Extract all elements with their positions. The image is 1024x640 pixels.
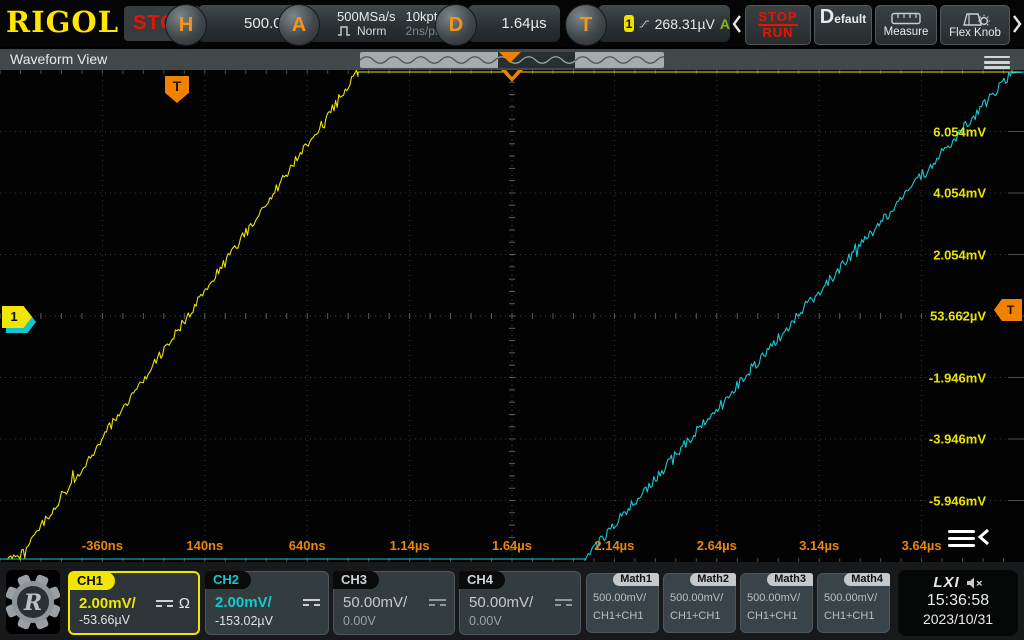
- view-title: Waveform View: [10, 51, 107, 67]
- v-axis-label: -1.946mV: [929, 370, 986, 385]
- ch1-tab[interactable]: CH1: [69, 572, 115, 590]
- default-button[interactable]: Default: [814, 5, 872, 45]
- timeline-navigator[interactable]: [360, 52, 664, 68]
- dc-coupling-icon: [303, 599, 320, 606]
- dc-coupling-icon: [156, 600, 173, 607]
- system-status-box[interactable]: LXI 15:36:58 2023/10/31: [898, 570, 1018, 636]
- v-axis-label: 6.054mV: [933, 124, 986, 139]
- ch4-tab[interactable]: CH4: [459, 571, 505, 589]
- flex-knob-icon: [960, 12, 990, 26]
- ch3-scale: 50.00mV/: [343, 594, 407, 611]
- math4-tab[interactable]: Math4: [844, 573, 890, 586]
- math4-scale: 500.00mV/: [824, 592, 877, 604]
- ch2-box[interactable]: CH2 2.00mV/ -153.02µV: [205, 571, 329, 635]
- math3-tab[interactable]: Math3: [767, 573, 813, 586]
- acquire-knob-button[interactable]: A: [278, 4, 320, 46]
- t-axis-label: -360ns: [82, 538, 123, 553]
- svg-text:R: R: [23, 590, 42, 616]
- lxi-label: LXI: [933, 574, 959, 591]
- dc-coupling-icon: [429, 599, 446, 606]
- math4-box[interactable]: Math4 500.00mV/ CH1+CH1: [817, 573, 890, 633]
- math1-tab[interactable]: Math1: [613, 573, 659, 586]
- mute-icon: [966, 576, 983, 590]
- math2-scale: 500.00mV/: [670, 592, 723, 604]
- ch2-offset: -153.02µV: [215, 614, 273, 628]
- trigger-level-value: 268.31µV: [655, 16, 715, 32]
- ch1-scale: 2.00mV/: [79, 595, 136, 612]
- ch2-scale: 2.00mV/: [215, 594, 272, 611]
- t-axis-label: 1.14µs: [390, 538, 430, 553]
- flex-knob-button[interactable]: Flex Knob: [940, 5, 1010, 45]
- v-axis-label: 53.662µV: [930, 309, 986, 324]
- ch3-offset: 0.00V: [343, 614, 376, 628]
- trigger-sweep-mode: A: [720, 16, 730, 32]
- math3-expression: CH1+CH1: [747, 610, 797, 622]
- math4-expression: CH1+CH1: [824, 610, 874, 622]
- math2-box[interactable]: Math2 500.00mV/ CH1+CH1: [663, 573, 736, 633]
- delay-value: 1.64µs: [501, 15, 546, 32]
- waveform-canvas: [0, 70, 1024, 562]
- t-axis-label: 3.14µs: [799, 538, 839, 553]
- stop-run-button[interactable]: STOP RUN: [745, 5, 811, 45]
- t-axis-label: 3.64µs: [902, 538, 942, 553]
- math1-expression: CH1+CH1: [593, 610, 643, 622]
- delay-knob-button[interactable]: D: [435, 4, 477, 46]
- plot-area: T 1 T 6.054mV4.054mV2.054mV53.662µV-1.94…: [0, 70, 1024, 562]
- trigger-source-badge: 1: [624, 15, 634, 32]
- measure-icon: [891, 12, 921, 25]
- v-axis-label: 2.054mV: [933, 247, 986, 262]
- bottom-bar: R CH1 2.00mV/ Ω -53.66µV CH2 2.00mV/ -15…: [0, 562, 1024, 640]
- collapse-icon[interactable]: [948, 525, 992, 551]
- t-axis-label: 140ns: [186, 538, 223, 553]
- nav-left-icon[interactable]: [731, 14, 743, 34]
- sample-rate: 500MSa/s: [337, 10, 396, 24]
- t-axis-label: 2.14µs: [594, 538, 634, 553]
- t-axis-label: 640ns: [289, 538, 326, 553]
- ch1-impedance: Ω: [179, 595, 190, 612]
- waveform-view-header: Waveform View: [0, 47, 1024, 70]
- ch4-box[interactable]: CH4 50.00mV/ 0.00V: [459, 571, 581, 635]
- delay-pill[interactable]: 1.64µs: [468, 5, 560, 42]
- pulse-icon: [337, 26, 353, 36]
- edge-rising-icon: [639, 16, 650, 32]
- math2-expression: CH1+CH1: [670, 610, 720, 622]
- measure-label: Measure: [884, 26, 929, 38]
- flex-knob-label: Flex Knob: [949, 27, 1001, 39]
- math1-box[interactable]: Math1 500.00mV/ CH1+CH1: [586, 573, 659, 633]
- math1-scale: 500.00mV/: [593, 592, 646, 604]
- system-time: 15:36:58: [898, 591, 1018, 611]
- acquire-mode: Norm: [357, 24, 386, 38]
- ch4-scale: 50.00mV/: [469, 594, 533, 611]
- v-axis-label: -3.946mV: [929, 432, 986, 447]
- math3-box[interactable]: Math3 500.00mV/ CH1+CH1: [740, 573, 813, 633]
- top-bar: RIGOL STOP H 500.00ns/ A 500MSa/s Norm 1…: [0, 0, 1024, 47]
- math2-tab[interactable]: Math2: [690, 573, 736, 586]
- menu-icon[interactable]: [984, 53, 1010, 72]
- system-date: 2023/10/31: [898, 611, 1018, 627]
- horizontal-knob-button[interactable]: H: [165, 4, 207, 46]
- t-axis-label: 1.64µs: [492, 538, 532, 553]
- ch1-offset: -53.66µV: [79, 613, 130, 627]
- t-axis-label: 2.64µs: [697, 538, 737, 553]
- v-axis-label: 4.054mV: [933, 186, 986, 201]
- ch2-tab[interactable]: CH2: [205, 571, 251, 589]
- math3-scale: 500.00mV/: [747, 592, 800, 604]
- ch3-box[interactable]: CH3 50.00mV/ 0.00V: [333, 571, 455, 635]
- trigger-knob-button[interactable]: T: [565, 4, 607, 46]
- ch1-box[interactable]: CH1 2.00mV/ Ω -53.66µV: [68, 571, 200, 635]
- rigol-logo: RIGOL: [6, 5, 119, 39]
- nav-right-icon[interactable]: [1011, 14, 1023, 34]
- dc-coupling-icon: [555, 599, 572, 606]
- v-axis-label: -5.946mV: [929, 493, 986, 508]
- ch4-offset: 0.00V: [469, 614, 502, 628]
- ch3-tab[interactable]: CH3: [333, 571, 379, 589]
- measure-button[interactable]: Measure: [875, 5, 937, 45]
- rigol-gear-logo[interactable]: R: [6, 570, 60, 634]
- trigger-pill[interactable]: 1 268.31µV A: [598, 5, 730, 42]
- sample-interval: 2ns/pt: [406, 24, 439, 38]
